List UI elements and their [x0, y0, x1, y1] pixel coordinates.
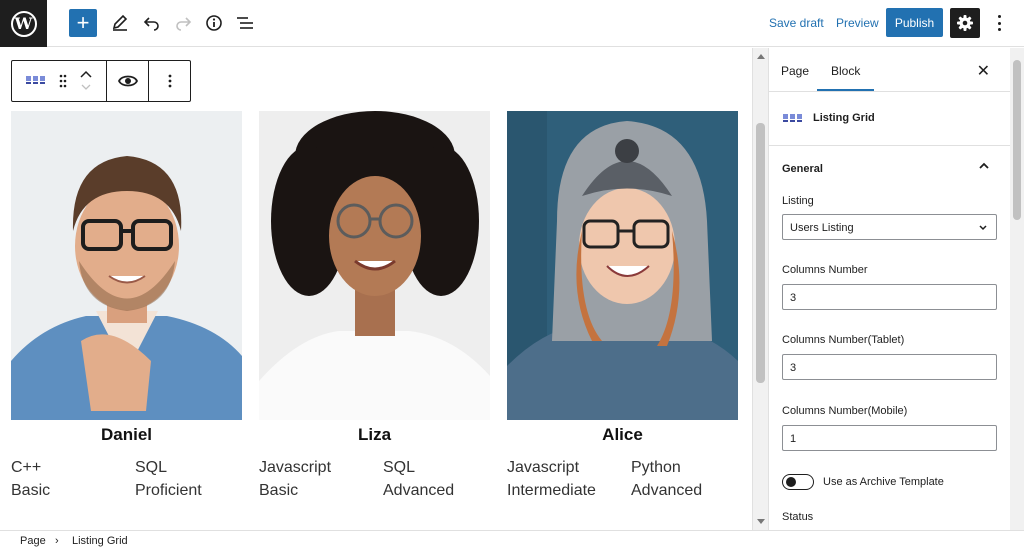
info-icon: [206, 15, 222, 31]
listing-card: [507, 111, 738, 420]
block-card: Listing Grid: [769, 92, 1010, 146]
skill-level: Proficient: [135, 482, 202, 499]
chevron-down-icon: [979, 225, 987, 231]
add-block-button[interactable]: +: [69, 9, 97, 37]
user-name: Alice: [602, 425, 643, 444]
undo-icon: [143, 17, 159, 31]
block-options-button[interactable]: [149, 61, 190, 101]
columns-mobile-input[interactable]: 1: [782, 425, 997, 451]
drag-handle-icon[interactable]: [58, 73, 68, 89]
breadcrumb-current[interactable]: Listing Grid: [72, 535, 128, 547]
publish-button[interactable]: Publish: [886, 8, 943, 37]
skill-level: Basic: [11, 482, 51, 499]
listing-grid-icon: [783, 114, 802, 122]
chevron-right-icon: ›: [55, 535, 59, 547]
tab-block[interactable]: Block: [816, 64, 875, 91]
save-draft-button[interactable]: Save draft: [769, 16, 824, 30]
skill-language: Python: [631, 459, 681, 476]
wordpress-logo-icon[interactable]: W: [0, 0, 47, 47]
columns-tablet-input[interactable]: 3: [782, 354, 997, 380]
columns-input[interactable]: 3: [782, 284, 997, 310]
columns-mobile-label: Columns Number(Mobile): [782, 405, 908, 417]
gear-icon: [957, 15, 973, 31]
move-up-down-icon[interactable]: [79, 68, 93, 94]
settings-sidebar: Page Block ✕ Listing Grid General Listin…: [768, 48, 1010, 530]
options-menu-button[interactable]: [992, 13, 1006, 33]
pencil-icon: [112, 14, 128, 31]
more-vertical-icon: [168, 74, 171, 88]
canvas-scrollbar-thumb[interactable]: [756, 123, 765, 383]
listing-select[interactable]: Users Listing: [782, 214, 997, 240]
breadcrumb: Page › Listing Grid: [0, 530, 1024, 548]
undo-button[interactable]: [137, 9, 167, 37]
details-button[interactable]: [199, 9, 229, 37]
skill-language: Javascript: [259, 459, 332, 476]
sidebar-scrollbar[interactable]: [1010, 48, 1024, 530]
tools-pencil-button[interactable]: [105, 9, 135, 37]
block-toolbar: [11, 60, 191, 102]
listing-grid-icon[interactable]: [25, 74, 47, 88]
user-photo: [11, 111, 242, 420]
listing-select-value: Users Listing: [790, 222, 854, 234]
columns-value: 3: [790, 292, 797, 304]
skill-language: SQL: [383, 459, 416, 476]
preview-button[interactable]: Preview: [836, 16, 879, 30]
skill-language: Javascript: [507, 459, 580, 476]
columns-label: Columns Number: [782, 264, 868, 276]
settings-button[interactable]: [950, 8, 980, 38]
listing-card: [259, 111, 490, 420]
redo-icon: [176, 17, 192, 31]
editor-top-bar: W + Save draft Preview Publish: [0, 0, 1024, 47]
status-label: Status: [782, 511, 814, 523]
user-photo: [507, 111, 738, 420]
close-icon[interactable]: ✕: [977, 61, 990, 81]
canvas-scrollbar[interactable]: [752, 48, 768, 530]
list-view-button[interactable]: [230, 9, 260, 37]
panel-general-title[interactable]: General: [782, 163, 823, 175]
skill-level: Advanced: [631, 482, 703, 499]
chevron-up-icon[interactable]: [978, 160, 990, 172]
archive-template-label: Use as Archive Template: [823, 476, 944, 488]
plus-icon: +: [76, 10, 90, 35]
redo-button[interactable]: [168, 9, 198, 37]
listing-card: [11, 111, 242, 420]
preview-toggle-button[interactable]: [107, 61, 149, 101]
sidebar-tabs: Page Block ✕: [769, 48, 1010, 92]
eye-icon: [117, 75, 138, 87]
archive-template-toggle[interactable]: [782, 474, 814, 490]
block-title: Listing Grid: [813, 112, 875, 124]
editor-canvas: Daniel C++ Basic SQL Proficient Liza Jav…: [0, 48, 752, 530]
skill-level: Advanced: [383, 482, 455, 499]
skill-language: C++: [11, 459, 42, 476]
skill-level: Intermediate: [507, 482, 596, 499]
block-switcher: [12, 61, 107, 101]
list-view-icon: [237, 17, 253, 29]
skill-language: SQL: [135, 459, 168, 476]
columns-mobile-value: 1: [790, 433, 797, 445]
user-name: Liza: [357, 425, 392, 444]
columns-tablet-value: 3: [790, 362, 797, 374]
user-photo: [259, 111, 490, 420]
breadcrumb-root[interactable]: Page: [20, 535, 46, 547]
sidebar-scrollbar-thumb[interactable]: [1013, 60, 1021, 220]
skill-level: Basic: [259, 482, 299, 499]
user-name: Daniel: [100, 425, 153, 444]
listing-label: Listing: [782, 195, 814, 207]
tab-page[interactable]: Page: [781, 64, 809, 78]
columns-tablet-label: Columns Number(Tablet): [782, 334, 905, 346]
